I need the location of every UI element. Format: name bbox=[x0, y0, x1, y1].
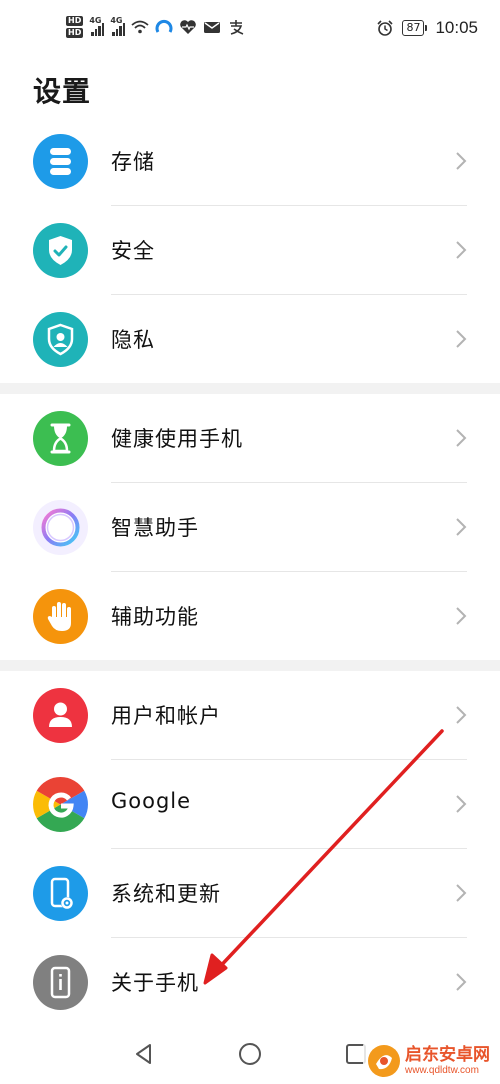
hourglass-icon bbox=[33, 411, 88, 466]
status-bar: HD HD 4G 4G 87 10:05 bbox=[0, 0, 500, 62]
watermark-logo-icon bbox=[368, 1045, 400, 1077]
watermark: 启东安卓网 www.qdldtw.com bbox=[363, 1042, 494, 1080]
settings-section-2: 健康使用手机 智慧助手 辅助功能 bbox=[0, 394, 500, 661]
hd-badge: HD bbox=[66, 16, 84, 26]
settings-item-label: Google bbox=[111, 789, 192, 813]
settings-item-security[interactable]: 安全 bbox=[0, 206, 500, 295]
settings-item-users-accounts[interactable]: 用户和帐户 bbox=[0, 671, 500, 760]
settings-item-label: 智慧助手 bbox=[111, 516, 199, 540]
settings-item-smart-assistant[interactable]: 智慧助手 bbox=[0, 483, 500, 572]
chevron-right-icon bbox=[456, 706, 467, 724]
watermark-url: www.qdldtw.com bbox=[405, 1065, 479, 1076]
settings-item-label: 辅助功能 bbox=[111, 605, 199, 629]
settings-item-google[interactable]: Google bbox=[0, 760, 500, 849]
shield-check-icon bbox=[33, 223, 88, 278]
section-gap bbox=[0, 660, 500, 671]
mail-icon bbox=[204, 22, 221, 33]
clock: 10:05 bbox=[435, 18, 478, 37]
signal-icon: 4G bbox=[110, 16, 126, 36]
settings-item-label: 隐私 bbox=[111, 328, 155, 352]
signal-icon: 4G bbox=[89, 16, 105, 36]
settings-section-3: 用户和帐户 Google 系统和更新 关于手机 bbox=[0, 671, 500, 1027]
settings-section-1: 存储 安全 隐私 bbox=[0, 117, 500, 384]
phone-settings-icon bbox=[33, 866, 88, 921]
user-icon bbox=[33, 688, 88, 743]
settings-item-system-update[interactable]: 系统和更新 bbox=[0, 849, 500, 938]
assistant-ring-icon bbox=[33, 500, 88, 555]
hd-badge: HD bbox=[66, 28, 84, 38]
chevron-right-icon bbox=[456, 241, 467, 259]
settings-item-label: 关于手机 bbox=[111, 971, 199, 995]
battery-level: 87 bbox=[402, 20, 425, 36]
alipay-icon bbox=[230, 20, 244, 35]
watermark-name: 启东安卓网 bbox=[405, 1045, 490, 1065]
health-heart-icon bbox=[180, 20, 197, 34]
privacy-shield-icon bbox=[33, 312, 88, 367]
wifi-icon bbox=[131, 20, 149, 34]
chevron-right-icon bbox=[456, 429, 467, 447]
hd-indicators: HD HD bbox=[66, 16, 84, 38]
settings-item-digital-balance[interactable]: 健康使用手机 bbox=[0, 394, 500, 483]
battery-indicator: 87 bbox=[402, 20, 428, 36]
storage-icon bbox=[33, 134, 88, 189]
chevron-right-icon bbox=[456, 330, 467, 348]
settings-item-label: 健康使用手机 bbox=[111, 427, 243, 451]
phone-info-icon bbox=[33, 955, 88, 1010]
settings-item-label: 用户和帐户 bbox=[111, 704, 221, 728]
settings-item-label: 系统和更新 bbox=[111, 882, 221, 906]
settings-item-about-phone[interactable]: 关于手机 bbox=[0, 938, 500, 1027]
app-notification-icon bbox=[155, 19, 173, 33]
chevron-right-icon bbox=[456, 884, 467, 902]
settings-item-privacy[interactable]: 隐私 bbox=[0, 295, 500, 384]
settings-item-label: 安全 bbox=[111, 239, 155, 263]
back-icon[interactable] bbox=[132, 1042, 156, 1066]
settings-item-storage[interactable]: 存储 bbox=[0, 117, 500, 206]
google-icon bbox=[33, 777, 88, 832]
settings-item-label: 存储 bbox=[111, 150, 155, 174]
section-gap bbox=[0, 383, 500, 394]
network-type-label: 4G bbox=[89, 16, 102, 25]
network-type-label: 4G bbox=[110, 16, 123, 25]
hand-icon bbox=[33, 589, 88, 644]
chevron-right-icon bbox=[456, 152, 467, 170]
chevron-right-icon bbox=[456, 607, 467, 625]
home-icon[interactable] bbox=[238, 1042, 262, 1066]
settings-item-accessibility[interactable]: 辅助功能 bbox=[0, 572, 500, 661]
chevron-right-icon bbox=[456, 518, 467, 536]
chevron-right-icon bbox=[456, 795, 467, 813]
chevron-right-icon bbox=[456, 973, 467, 991]
status-bar-right: 87 10:05 bbox=[376, 18, 478, 38]
page-title: 设置 bbox=[33, 75, 92, 108]
alarm-icon bbox=[377, 20, 394, 36]
status-bar-left: HD HD 4G 4G bbox=[66, 16, 245, 38]
